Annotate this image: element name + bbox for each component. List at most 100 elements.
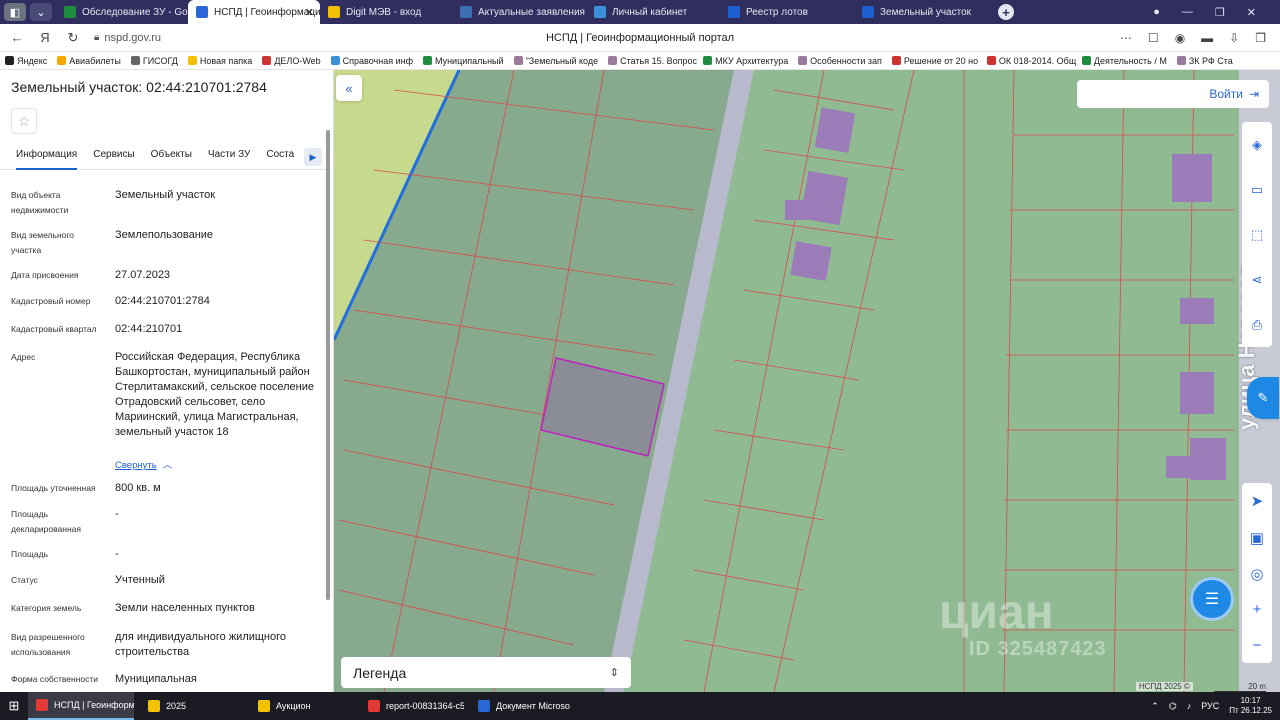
field-row-land-type: Вид земельного участка Землепользование bbox=[11, 228, 311, 258]
cadastral-map[interactable] bbox=[334, 70, 1280, 692]
bookmark-item[interactable]: Особенности зап bbox=[793, 56, 887, 66]
browser-tab[interactable]: Земельный участок bbox=[854, 0, 988, 24]
share-icon[interactable]: ⋖ bbox=[1252, 272, 1263, 288]
bookmark-item[interactable]: Авиабилеты bbox=[52, 56, 126, 66]
bookmark-item[interactable]: Статья 15. Вопрос bbox=[603, 56, 698, 66]
panel-scrollbar[interactable] bbox=[326, 130, 330, 600]
bookmark-item[interactable]: ГИСОГД bbox=[126, 56, 183, 66]
taskbar-item[interactable]: 2025 bbox=[140, 692, 244, 720]
select-area-icon[interactable]: ⬚ bbox=[1251, 227, 1263, 243]
more-icon[interactable]: ⋯ bbox=[1120, 31, 1132, 45]
field-row-land-category: Категория земель Земли населенных пункто… bbox=[11, 601, 311, 617]
minimap-icon[interactable]: ▣ bbox=[1250, 529, 1264, 547]
new-tab-button[interactable]: + bbox=[998, 4, 1014, 20]
tab-services[interactable]: Сервисы bbox=[93, 146, 134, 169]
browser-tab[interactable]: Актуальные заявления bbox=[452, 0, 586, 24]
close-window-icon[interactable]: ✕ bbox=[1247, 6, 1256, 19]
downloads-icon[interactable]: ⇩ bbox=[1229, 31, 1239, 45]
legend-dropdown[interactable]: Легенда ⇕ bbox=[341, 657, 631, 688]
tab-composition[interactable]: Соста bbox=[266, 146, 294, 169]
minimize-icon[interactable]: — bbox=[1182, 6, 1193, 18]
taskbar-app-icon bbox=[478, 700, 490, 712]
zoom-in-icon[interactable]: + bbox=[1253, 601, 1262, 618]
bookmark-label: Справочная инф bbox=[342, 55, 413, 66]
bookmark-item[interactable]: Деятельность / М bbox=[1077, 56, 1172, 66]
bookmark-item[interactable]: ОК 018-2014. Общ bbox=[982, 56, 1077, 66]
language-indicator[interactable]: РУС bbox=[1201, 701, 1219, 711]
field-row-status: Статус Учтенный bbox=[11, 573, 311, 589]
map-view[interactable]: « Войти ⇥ улица Новосел ◈ ▭ ⬚ ⋖ ⎙ ✎ ➤ ▣ ◎… bbox=[334, 70, 1280, 692]
reader-icon[interactable]: ▬ bbox=[1201, 31, 1213, 45]
bookmark-item[interactable]: Муниципальный bbox=[418, 56, 509, 66]
bookmark-icon bbox=[798, 56, 808, 65]
tab-information[interactable]: Информация bbox=[16, 146, 78, 170]
tab-objects[interactable]: Объекты bbox=[151, 146, 192, 169]
windows-start-icon[interactable]: ⊞ bbox=[0, 698, 28, 714]
extension-icon[interactable]: ◉ bbox=[1175, 31, 1185, 45]
buildings bbox=[785, 107, 1226, 480]
zoom-out-icon[interactable]: − bbox=[1253, 637, 1262, 654]
close-tab-icon[interactable]: ✕ bbox=[305, 6, 314, 19]
bookmark-item[interactable]: Решение от 20 но bbox=[887, 56, 982, 66]
bookmark-item[interactable]: Справочная инф bbox=[326, 56, 418, 66]
panel-tabs: Информация Сервисы Объекты Части ЗУ Сост… bbox=[0, 146, 326, 170]
taskbar-item[interactable]: Документ Microsoft bbox=[470, 692, 570, 720]
tabs-scroll-right-icon[interactable]: ▶ bbox=[304, 148, 322, 166]
login-button[interactable]: Войти ⇥ bbox=[1077, 80, 1269, 108]
tab-favicon-icon bbox=[594, 6, 606, 18]
field-value: Российская Федерация, Республика Башкорт… bbox=[115, 351, 314, 438]
bookmark-item[interactable]: МКУ Архитектура bbox=[698, 56, 793, 66]
browser-tab[interactable]: НСПД | Геоинформаци ✕ bbox=[188, 0, 320, 24]
collapse-panel-button[interactable]: « bbox=[336, 75, 362, 101]
taskbar-item[interactable]: Аукцион bbox=[250, 692, 354, 720]
back-icon[interactable]: ← bbox=[6, 30, 28, 45]
tabs-dropdown-icon[interactable]: ⌄ bbox=[30, 3, 52, 21]
taskbar-app-icon bbox=[148, 700, 160, 712]
browser-tab[interactable]: Личный кабинет bbox=[586, 0, 720, 24]
taskbar-item[interactable]: report-00831364-c5c bbox=[360, 692, 464, 720]
tray-up-icon[interactable]: ⌃ bbox=[1151, 701, 1159, 712]
collections-icon[interactable]: ❒ bbox=[1255, 31, 1266, 45]
tab-parts[interactable]: Части ЗУ bbox=[208, 146, 250, 169]
field-value: Учтенный bbox=[115, 574, 165, 586]
field-value: - bbox=[115, 548, 119, 560]
map-toolbar: ◈ ▭ ⬚ ⋖ ⎙ bbox=[1242, 122, 1272, 347]
yandex-icon[interactable]: Я bbox=[34, 30, 56, 45]
browser-menu-icon[interactable]: ◧ bbox=[4, 3, 26, 21]
locate-icon[interactable]: ➤ bbox=[1251, 492, 1264, 510]
bookmark-icon[interactable]: ☐ bbox=[1148, 31, 1159, 45]
bookmark-item[interactable]: "Земельный коде bbox=[509, 56, 604, 66]
bookmark-item[interactable]: Новая папка bbox=[183, 56, 257, 66]
windows-taskbar: ⊞ НСПД | Геоинформ 2025 Аукцион report-0083… bbox=[0, 692, 1280, 720]
restore-icon[interactable]: ❐ bbox=[1215, 6, 1225, 19]
bookmark-item[interactable]: Яндекс bbox=[0, 56, 52, 66]
bookmark-icon bbox=[891, 56, 901, 65]
profile-icon[interactable]: ● bbox=[1153, 6, 1160, 18]
bookmark-icon bbox=[5, 56, 14, 65]
bookmark-icon bbox=[608, 56, 618, 65]
volume-icon[interactable]: ♪ bbox=[1187, 701, 1192, 711]
collapse-link[interactable]: Свернуть ︿ bbox=[115, 457, 172, 471]
browser-tab[interactable]: Реестр лотов bbox=[720, 0, 854, 24]
chat-button[interactable]: ☰ bbox=[1190, 577, 1234, 621]
browser-tab[interactable]: Обследование ЗУ - Goog bbox=[56, 0, 188, 24]
bookmark-icon bbox=[986, 56, 996, 65]
reload-icon[interactable]: ↻ bbox=[62, 30, 84, 46]
geolocation-icon[interactable]: ◎ bbox=[1250, 565, 1263, 583]
bookmark-label: Деятельность / М bbox=[1093, 55, 1167, 66]
field-label: Площадь декларированная bbox=[11, 509, 81, 534]
print-icon[interactable]: ⎙ bbox=[1252, 317, 1262, 333]
clock[interactable]: 10:17 Пт 26.12.25 bbox=[1229, 696, 1272, 716]
clock-date: Пт 26.12.25 bbox=[1229, 706, 1272, 715]
favorite-star-button[interactable]: ☆ bbox=[11, 108, 37, 134]
tab-title: Обследование ЗУ - Goog bbox=[82, 6, 188, 18]
ruler-icon[interactable]: ▭ bbox=[1251, 182, 1263, 198]
taskbar-item[interactable]: НСПД | Геоинформ bbox=[28, 692, 134, 720]
url-field[interactable]: 🔒︎ nspd.gov.ru bbox=[94, 32, 161, 44]
network-icon[interactable]: ⌬ bbox=[1169, 701, 1177, 712]
layers-icon[interactable]: ◈ bbox=[1252, 137, 1262, 153]
bookmark-item[interactable]: ЗК РФ Ста bbox=[1172, 56, 1238, 66]
bookmark-item[interactable]: ДЕЛО-Web bbox=[257, 56, 325, 66]
feedback-icon[interactable]: ✎ bbox=[1247, 377, 1279, 419]
browser-tab[interactable]: Digit МЭВ - вход bbox=[320, 0, 452, 24]
